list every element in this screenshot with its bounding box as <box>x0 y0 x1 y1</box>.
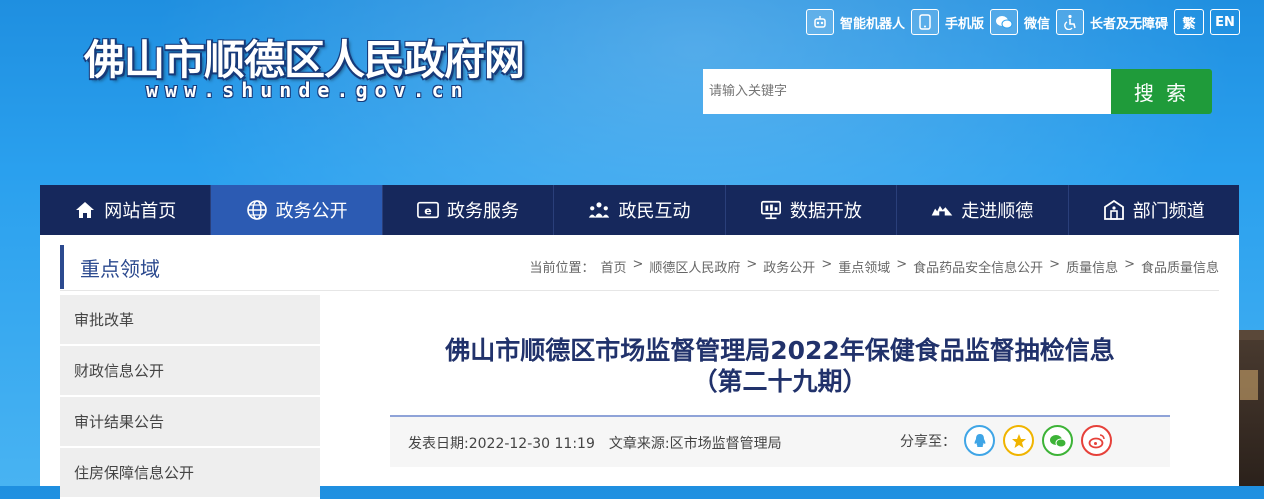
department-icon <box>1103 199 1125 221</box>
article-title: 佛山市顺德区市场监督管理局2022年保健食品监督抽检信息 （第二十九期） <box>390 335 1170 397</box>
publish-date: 发表日期:2022-12-30 11:19 <box>408 436 595 452</box>
site-logo-url: www.shunde.gov.cn <box>146 78 470 102</box>
search-input[interactable] <box>703 69 1111 114</box>
robot-icon <box>805 9 834 35</box>
main-nav: 网站首页 政务公开 e 政务服务 政民互动 数据开放 走进顺德 部门频道 <box>40 185 1239 235</box>
meta-text: 发表日期:2022-12-30 11:19 文章来源:区市场监督管理局 <box>408 433 782 453</box>
english-button[interactable]: EN <box>1210 9 1240 35</box>
traditional-chinese-button[interactable]: 繁 <box>1174 9 1204 35</box>
nav-item-home[interactable]: 网站首页 <box>40 185 212 235</box>
nav-item-label: 政务公开 <box>275 201 348 222</box>
search-button[interactable]: 搜 索 <box>1111 69 1212 114</box>
utility-accessibility-label: 长者及无障碍 <box>1089 16 1168 32</box>
content-panel: 重点领域 当前位置： 首页 > 顺德区人民政府 > 政务公开 > 重点领域 > … <box>40 235 1239 499</box>
people-icon <box>588 199 610 221</box>
svg-text:e: e <box>424 205 431 218</box>
sidebar-item-audit-results[interactable]: 审计结果公告 <box>60 397 320 448</box>
breadcrumb-prefix: 当前位置： <box>529 261 595 276</box>
data-icon <box>760 199 782 221</box>
breadcrumb-link[interactable]: 顺德区人民政府 <box>649 257 740 276</box>
qzone-share-icon[interactable] <box>1003 425 1034 456</box>
utility-bar: 智能机器人 手机版 微信 长者及无障碍 繁 EN <box>805 8 1240 36</box>
sidebar-item-approval-reform[interactable]: 审批改革 <box>60 295 320 346</box>
utility-robot[interactable]: 智能机器人 <box>805 9 905 35</box>
nav-item-label: 网站首页 <box>104 201 177 222</box>
utility-accessibility[interactable]: 长者及无障碍 <box>1055 9 1168 35</box>
sidebar-item-fiscal-info[interactable]: 财政信息公开 <box>60 346 320 397</box>
utility-wechat[interactable]: 微信 <box>989 9 1050 35</box>
breadcrumb-separator: > <box>632 257 644 272</box>
search-bar: 搜 索 <box>703 69 1212 114</box>
article-title-line1: 佛山市顺德区市场监督管理局2022年保健食品监督抽检信息 <box>445 336 1115 365</box>
nav-item-label: 政民互动 <box>618 201 691 222</box>
utility-robot-label: 智能机器人 <box>839 16 905 32</box>
sidebar-list: 审批改革 财政信息公开 审计结果公告 住房保障信息公开 <box>60 295 320 499</box>
globe-icon <box>246 199 268 221</box>
nav-item-interaction[interactable]: 政民互动 <box>554 185 726 235</box>
breadcrumb-separator: > <box>896 257 908 272</box>
site-logo-title[interactable]: 佛山市顺德区人民政府网 <box>84 26 525 86</box>
weibo-share-icon[interactable] <box>1081 425 1112 456</box>
nav-item-open-data[interactable]: 数据开放 <box>726 185 898 235</box>
nav-item-about-shunde[interactable]: 走进顺德 <box>897 185 1069 235</box>
wechat-icon <box>989 9 1018 35</box>
breadcrumb: 当前位置： 首页 > 顺德区人民政府 > 政务公开 > 重点领域 > 食品药品安… <box>529 257 1219 276</box>
breadcrumb-separator: > <box>746 257 758 272</box>
phone-icon <box>910 9 939 35</box>
breadcrumb-link[interactable]: 食品质量信息 <box>1141 257 1219 276</box>
wechat-share-icon[interactable] <box>1042 425 1073 456</box>
breadcrumb-separator: > <box>821 257 833 272</box>
breadcrumb-link[interactable]: 质量信息 <box>1066 257 1118 276</box>
share-bar: 分享至： <box>900 425 1112 456</box>
home-icon <box>74 199 96 221</box>
nav-item-departments[interactable]: 部门频道 <box>1069 185 1239 235</box>
utility-mobile-label: 手机版 <box>944 16 984 32</box>
breadcrumb-link[interactable]: 食品药品安全信息公开 <box>913 257 1043 276</box>
article-meta: 发表日期:2022-12-30 11:19 文章来源:区市场监督管理局 分享至： <box>390 417 1170 467</box>
article-title-line2: （第二十九期） <box>692 367 868 396</box>
nav-item-services[interactable]: e 政务服务 <box>383 185 555 235</box>
breadcrumb-link[interactable]: 重点领域 <box>838 257 890 276</box>
utility-mobile[interactable]: 手机版 <box>910 9 984 35</box>
sidebar-item-housing-security[interactable]: 住房保障信息公开 <box>60 448 320 499</box>
utility-wechat-label: 微信 <box>1023 16 1050 32</box>
nav-item-label: 部门频道 <box>1132 201 1205 222</box>
breadcrumb-separator: > <box>1049 257 1061 272</box>
nav-item-label: 走进顺德 <box>961 201 1034 222</box>
qq-share-icon[interactable] <box>964 425 995 456</box>
sidebar-heading: 重点领域 <box>60 245 320 289</box>
header-divider <box>60 290 1219 291</box>
article-source: 文章来源:区市场监督管理局 <box>608 436 782 452</box>
landscape-icon <box>931 199 953 221</box>
nav-item-public-affairs[interactable]: 政务公开 <box>211 185 383 235</box>
nav-item-label: 数据开放 <box>789 201 862 222</box>
share-label: 分享至： <box>900 433 956 450</box>
breadcrumb-link[interactable]: 政务公开 <box>763 257 815 276</box>
nav-item-label: 政务服务 <box>447 201 520 222</box>
accessibility-icon <box>1055 9 1084 35</box>
breadcrumb-separator: > <box>1124 257 1135 272</box>
breadcrumb-link[interactable]: 首页 <box>600 257 626 276</box>
service-icon: e <box>417 199 439 221</box>
